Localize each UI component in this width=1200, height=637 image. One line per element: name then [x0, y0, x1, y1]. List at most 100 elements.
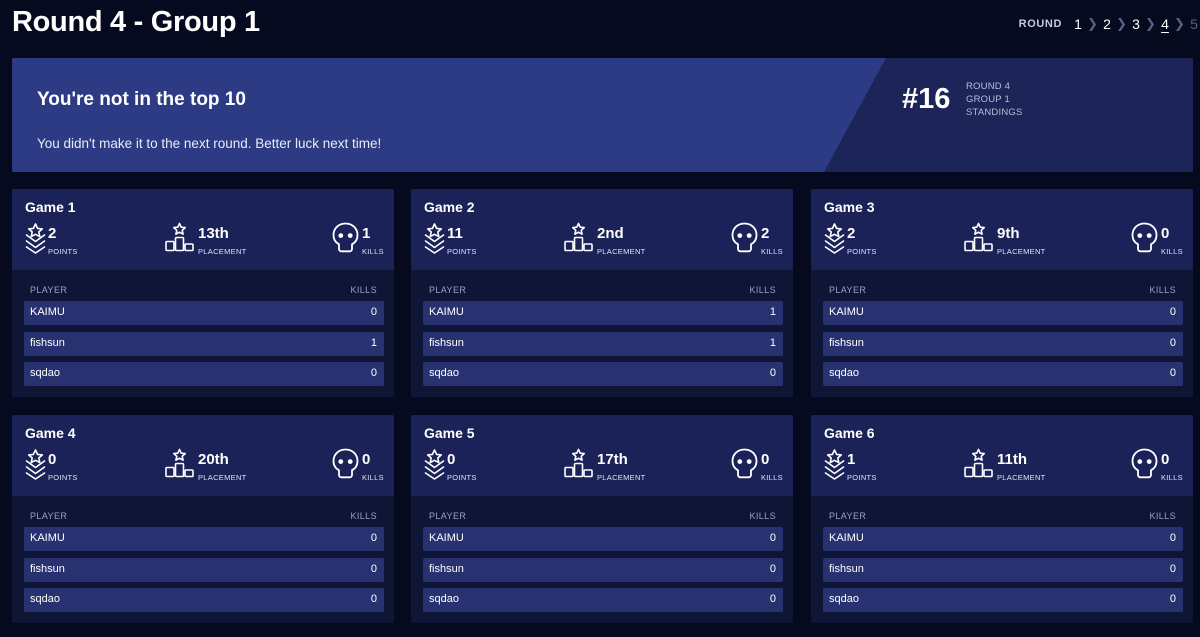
skull-icon	[1131, 222, 1158, 258]
skull-icon	[332, 448, 359, 484]
player-row: KAIMU 0	[823, 301, 1183, 325]
player-table-header: PLAYER KILLS	[30, 511, 377, 521]
game-title: Game 1	[25, 199, 76, 215]
player-name: KAIMU	[30, 306, 65, 318]
round-link-4[interactable]: 4	[1159, 16, 1171, 32]
player-name: sqdao	[30, 367, 60, 379]
player-row: KAIMU 0	[24, 301, 384, 325]
result-banner: You're not in the top 10 You didn't make…	[12, 58, 1193, 172]
points-label: POINTS	[847, 473, 877, 482]
player-name: sqdao	[30, 593, 60, 605]
points-label: POINTS	[48, 247, 78, 256]
player-table-header: PLAYER KILLS	[829, 511, 1176, 521]
placement-label: PLACEMENT	[997, 473, 1046, 482]
player-kills: 0	[370, 367, 377, 379]
round-link-3[interactable]: 3	[1130, 16, 1142, 32]
kills-value: 0	[362, 451, 371, 468]
skull-icon	[731, 448, 758, 484]
player-name: sqdao	[429, 593, 459, 605]
kills-column-header: KILLS	[1149, 511, 1176, 521]
game-card: Game 1 2 POINTS 13th PLACEMENT 1 KILLS P…	[12, 189, 394, 397]
points-value: 2	[847, 225, 856, 242]
game-card: Game 3 2 POINTS 9th PLACEMENT 0 KILLS PL…	[811, 189, 1193, 397]
player-name: fishsun	[30, 563, 65, 575]
player-row: fishsun 0	[423, 558, 783, 582]
player-kills: 0	[1169, 337, 1176, 349]
player-kills: 0	[769, 367, 776, 379]
kills-label: KILLS	[362, 247, 384, 256]
player-name: KAIMU	[429, 532, 464, 544]
game-card-header: Game 6 1 POINTS 11th PLACEMENT 0 KILLS	[811, 415, 1193, 496]
game-title: Game 4	[25, 425, 76, 441]
game-card: Game 4 0 POINTS 20th PLACEMENT 0 KILLS P…	[12, 415, 394, 623]
placement-value: 11th	[997, 451, 1028, 468]
kills-column-header: KILLS	[350, 285, 377, 295]
player-kills: 1	[769, 337, 776, 349]
podium-icon	[165, 222, 194, 257]
points-label: POINTS	[447, 247, 477, 256]
game-title: Game 2	[424, 199, 475, 215]
player-column-header: PLAYER	[829, 285, 867, 295]
player-table-header: PLAYER KILLS	[829, 285, 1176, 295]
player-row: fishsun 0	[24, 558, 384, 582]
skull-icon	[731, 222, 758, 258]
kills-column-header: KILLS	[350, 511, 377, 521]
player-row: sqdao 0	[823, 588, 1183, 612]
player-row: sqdao 0	[24, 362, 384, 386]
round-link-1[interactable]: 1	[1072, 16, 1084, 32]
player-kills: 0	[769, 593, 776, 605]
game-card: Game 2 11 POINTS 2nd PLACEMENT 2 KILLS P…	[411, 189, 793, 397]
player-column-header: PLAYER	[30, 285, 68, 295]
placement-value: 2nd	[597, 225, 624, 242]
points-label: POINTS	[447, 473, 477, 482]
points-label: POINTS	[847, 247, 877, 256]
standing-label: STANDINGS	[966, 107, 1023, 118]
round-navigation: ROUND 1 ❯ 2 ❯ 3 ❯ 4 ❯ 5	[1019, 14, 1200, 34]
player-row: sqdao 0	[823, 362, 1183, 386]
player-row: KAIMU 0	[24, 527, 384, 551]
podium-icon	[964, 222, 993, 257]
player-name: fishsun	[429, 563, 464, 575]
player-name: sqdao	[829, 367, 859, 379]
game-title: Game 3	[824, 199, 875, 215]
round-link-5: 5	[1190, 16, 1198, 32]
player-column-header: PLAYER	[30, 511, 68, 521]
player-kills: 0	[769, 532, 776, 544]
player-name: KAIMU	[30, 532, 65, 544]
player-column-header: PLAYER	[829, 511, 867, 521]
placement-label: PLACEMENT	[198, 247, 247, 256]
chevron-right-icon: ❯	[1116, 16, 1127, 31]
player-row: sqdao 0	[423, 588, 783, 612]
round-link-2[interactable]: 2	[1101, 16, 1113, 32]
podium-icon	[564, 448, 593, 483]
player-column-header: PLAYER	[429, 511, 467, 521]
chevron-star-icon	[25, 448, 46, 485]
placement-label: PLACEMENT	[997, 247, 1046, 256]
player-kills: 0	[370, 306, 377, 318]
placement-label: PLACEMENT	[198, 473, 247, 482]
player-kills: 0	[769, 563, 776, 575]
chevron-right-icon: ❯	[1174, 16, 1185, 31]
player-name: fishsun	[30, 337, 65, 349]
game-title: Game 6	[824, 425, 875, 441]
player-name: KAIMU	[829, 532, 864, 544]
round-nav-label: ROUND	[1018, 18, 1062, 30]
placement-value: 17th	[597, 451, 628, 468]
standing-rank: #16	[902, 83, 951, 115]
chevron-star-icon	[424, 448, 445, 485]
points-label: POINTS	[48, 473, 78, 482]
chevron-star-icon	[824, 448, 845, 485]
player-kills: 0	[370, 593, 377, 605]
player-table-header: PLAYER KILLS	[429, 285, 776, 295]
player-row: fishsun 1	[423, 332, 783, 356]
placement-label: PLACEMENT	[597, 247, 646, 256]
podium-icon	[165, 448, 194, 483]
placement-label: PLACEMENT	[597, 473, 646, 482]
points-value: 2	[48, 225, 57, 242]
player-kills: 0	[1169, 593, 1176, 605]
kills-column-header: KILLS	[749, 511, 776, 521]
chevron-right-icon: ❯	[1145, 16, 1156, 31]
points-value: 1	[847, 451, 856, 468]
page-title: Round 4 - Group 1	[12, 6, 260, 38]
player-name: KAIMU	[829, 306, 864, 318]
